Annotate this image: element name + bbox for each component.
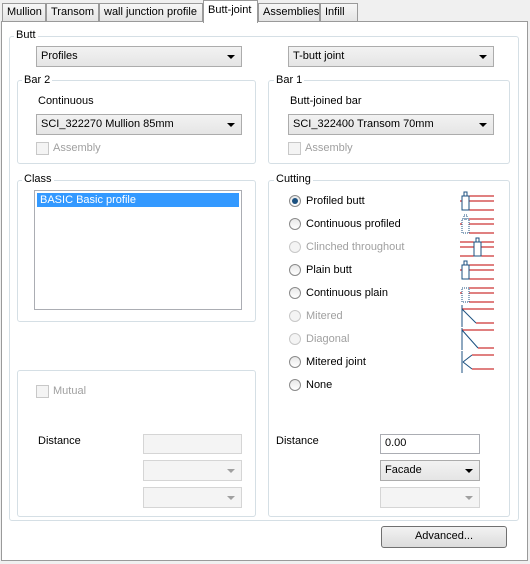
right-side-value: Facade <box>385 464 422 476</box>
bar1-profile-select[interactable]: SCI_322400 Transom 70mm <box>288 114 494 135</box>
bar1-assembly-label: Assembly <box>305 142 353 154</box>
plain-butt-icon <box>460 260 494 280</box>
butt-type-select[interactable]: Profiles <box>36 46 242 67</box>
cutting-none-radio[interactable] <box>289 379 301 391</box>
chevron-down-icon <box>465 469 473 473</box>
tab-wall-junction-profile[interactable]: wall junction profile <box>99 3 203 22</box>
cutting-profiled-butt-radio[interactable] <box>289 195 301 207</box>
cutting-mitered-joint-label: Mitered joint <box>306 356 366 368</box>
cutting-continuous-plain-label: Continuous plain <box>306 287 388 299</box>
bar2-profile-select[interactable]: SCI_322270 Mullion 85mm <box>36 114 242 135</box>
clinched-throughout-icon <box>460 237 494 257</box>
chevron-down-icon <box>465 496 473 500</box>
mutual-label: Mutual <box>53 385 87 397</box>
cutting-clinched-throughout-label: Clinched throughout <box>306 241 405 253</box>
chevron-down-icon <box>227 496 235 500</box>
bar1-group-title: Bar 1 <box>274 74 305 86</box>
bar1-butt-joined-label: Butt-joined bar <box>290 95 362 107</box>
bar2-assembly-checkbox[interactable] <box>36 142 49 155</box>
bar1-profile-value: SCI_322400 Transom 70mm <box>293 118 434 130</box>
continuous-profiled-icon <box>460 214 494 234</box>
tab-butt-joint[interactable]: Butt-joint <box>203 0 258 23</box>
joint-type-value: T-butt joint <box>293 50 345 62</box>
chevron-down-icon <box>227 469 235 473</box>
chevron-down-icon <box>479 123 487 127</box>
diagonal-icon <box>461 328 494 350</box>
bar2-assembly-label: Assembly <box>53 142 101 154</box>
cutting-continuous-profiled-label: Continuous profiled <box>306 218 401 230</box>
right-distance-input[interactable]: 0.00 <box>380 434 480 454</box>
cutting-profiled-butt-label: Profiled butt <box>306 195 365 207</box>
mitered-icon <box>461 305 494 327</box>
continuous-plain-icon <box>460 287 494 303</box>
mitered-joint-icon <box>461 351 494 373</box>
advanced-button[interactable]: Advanced... <box>381 526 507 548</box>
cutting-diagonal-radio[interactable] <box>289 333 301 345</box>
butt-type-value: Profiles <box>41 50 78 62</box>
cutting-mitered-radio[interactable] <box>289 310 301 322</box>
right-extra-select[interactable] <box>380 487 480 508</box>
right-distance-value: 0.00 <box>385 437 407 449</box>
cutting-diagonal-label: Diagonal <box>306 333 350 345</box>
class-list-item[interactable]: BASIC Basic profile <box>37 193 239 207</box>
cutting-mitered-label: Mitered <box>306 310 343 322</box>
bar2-profile-value: SCI_322270 Mullion 85mm <box>41 118 174 130</box>
left-distance-label: Distance <box>38 435 81 447</box>
cutting-plain-butt-radio[interactable] <box>289 264 301 276</box>
cutting-mitered-joint-radio[interactable] <box>289 356 301 368</box>
cutting-group-title: Cutting <box>274 173 313 185</box>
right-distance-label: Distance <box>276 435 319 447</box>
cutting-continuous-plain-radio[interactable] <box>289 287 301 299</box>
tab-mullion[interactable]: Mullion <box>2 3 46 22</box>
left-side-select[interactable] <box>143 460 242 481</box>
left-extra-select[interactable] <box>143 487 242 508</box>
cutting-none-label: None <box>306 379 333 391</box>
right-side-select[interactable]: Facade <box>380 460 480 481</box>
bar2-group-title: Bar 2 <box>22 74 53 86</box>
tab-transom[interactable]: Transom <box>46 3 99 22</box>
class-list[interactable]: BASIC Basic profile <box>34 190 242 310</box>
tab-infill[interactable]: Infill <box>320 3 358 22</box>
mutual-checkbox[interactable] <box>36 385 49 398</box>
cutting-plain-butt-label: Plain butt <box>306 264 352 276</box>
profiled-butt-icon <box>460 191 494 211</box>
class-group-title: Class <box>22 173 54 185</box>
bar1-assembly-checkbox[interactable] <box>288 142 301 155</box>
left-distance-input[interactable] <box>143 434 242 454</box>
cutting-clinched-throughout-radio[interactable] <box>289 241 301 253</box>
chevron-down-icon <box>227 123 235 127</box>
tab-assemblies[interactable]: Assemblies <box>258 3 320 22</box>
joint-type-select[interactable]: T-butt joint <box>288 46 494 67</box>
cutting-continuous-profiled-radio[interactable] <box>289 218 301 230</box>
butt-group-title: Butt <box>14 29 38 41</box>
chevron-down-icon <box>479 55 487 59</box>
chevron-down-icon <box>227 55 235 59</box>
bar2-continuous-label: Continuous <box>38 95 94 107</box>
